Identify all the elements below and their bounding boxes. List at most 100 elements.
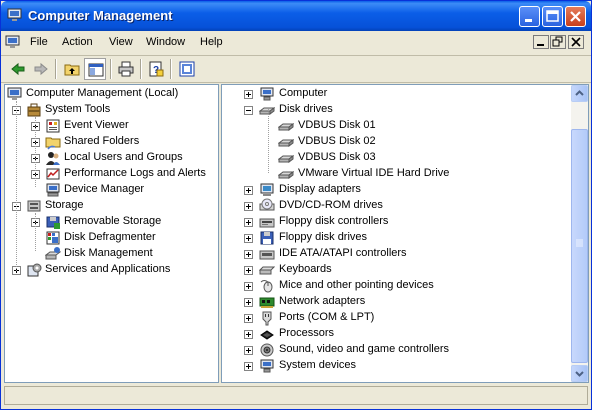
device-tree-item[interactable]: Ports (COM & LPT): [222, 310, 571, 326]
maximize-button[interactable]: [542, 6, 563, 27]
device-tree-item[interactable]: Keyboards: [222, 262, 571, 278]
defragmenter-icon: [45, 230, 61, 246]
help-button[interactable]: ?: [145, 58, 167, 80]
device-tree-item[interactable]: Floppy disk drives: [222, 230, 571, 246]
device-tree-item[interactable]: Computer: [222, 86, 571, 102]
close-button[interactable]: [565, 6, 586, 27]
child-restore-button[interactable]: [550, 35, 566, 49]
toolbar: ?: [1, 56, 591, 83]
maximize-icon: [546, 10, 559, 22]
menu-help[interactable]: Help: [200, 36, 223, 48]
expand-collapse-toggle[interactable]: [244, 90, 253, 99]
expand-collapse-toggle[interactable]: [244, 314, 253, 323]
disk-management-icon: [44, 246, 62, 262]
properties-icon: [179, 61, 195, 77]
device-tree-item[interactable]: Processors: [222, 326, 571, 342]
services-icon: [26, 262, 42, 278]
forward-button[interactable]: [30, 58, 52, 80]
system-menu-icon[interactable]: [5, 34, 21, 50]
expand-collapse-toggle[interactable]: [244, 362, 253, 371]
expand-collapse-toggle[interactable]: [244, 346, 253, 355]
up-one-level-button[interactable]: [61, 58, 83, 80]
print-icon: [118, 61, 134, 77]
device-tree-label: Display adapters: [279, 183, 361, 195]
device-tree-label: VDBUS Disk 01: [298, 119, 376, 131]
tree-item-label: Services and Applications: [45, 263, 171, 275]
expand-collapse-toggle[interactable]: [244, 330, 253, 339]
device-tree-item[interactable]: DVD/CD-ROM drives: [222, 198, 571, 214]
expand-collapse-toggle[interactable]: [244, 234, 253, 243]
properties-button[interactable]: [176, 58, 198, 80]
console-tree-pane[interactable]: Computer Management (Local) System Tools E…: [4, 84, 219, 383]
print-button[interactable]: [115, 58, 137, 80]
child-close-button[interactable]: [568, 35, 584, 49]
expand-collapse-toggle[interactable]: [244, 282, 253, 291]
tree-item[interactable]: Computer Management (Local): [5, 86, 218, 102]
expand-collapse-toggle[interactable]: [244, 266, 253, 275]
show-tree-icon: [88, 63, 104, 77]
cdrom-icon: [259, 198, 275, 214]
scroll-thumb[interactable]: [571, 129, 588, 363]
disk-drive-icon: [258, 102, 276, 118]
scroll-down-button[interactable]: [571, 365, 588, 382]
back-button[interactable]: [7, 58, 29, 80]
device-tree-item[interactable]: Network adapters: [222, 294, 571, 310]
device-tree-item[interactable]: Sound, video and game controllers: [222, 342, 571, 358]
close-icon: [571, 37, 581, 47]
minimize-icon: [537, 44, 544, 46]
tree-connector: [35, 117, 37, 187]
device-tree-item[interactable]: Floppy disk controllers: [222, 214, 571, 230]
scroll-up-button[interactable]: [571, 85, 588, 102]
minimize-button[interactable]: [519, 6, 540, 27]
menu-action[interactable]: Action: [62, 36, 93, 48]
title-bar[interactable]: Computer Management: [1, 1, 591, 31]
device-tree-item[interactable]: Mice and other pointing devices: [222, 278, 571, 294]
disk-drive-icon: [277, 118, 295, 134]
floppy-drive-icon: [259, 230, 275, 246]
expand-collapse-toggle[interactable]: [244, 218, 253, 227]
device-tree-label: Network adapters: [279, 295, 366, 307]
device-tree-item[interactable]: IDE ATA/ATAPI controllers: [222, 246, 571, 262]
device-tree-item[interactable]: VDBUS Disk 01: [222, 118, 571, 134]
device-tree-label: VDBUS Disk 02: [298, 135, 376, 147]
menu-file[interactable]: File: [30, 36, 48, 48]
users-icon: [45, 150, 61, 166]
vertical-scrollbar[interactable]: [571, 85, 588, 382]
display-adapter-icon: [259, 182, 275, 198]
child-minimize-button[interactable]: [533, 35, 549, 49]
device-tree-label: DVD/CD-ROM drives: [279, 199, 383, 211]
device-tree-item[interactable]: VDBUS Disk 03: [222, 150, 571, 166]
device-tree-item[interactable]: VMware Virtual IDE Hard Drive: [222, 166, 571, 182]
restore-icon: [552, 36, 563, 47]
device-tree-item[interactable]: VDBUS Disk 02: [222, 134, 571, 150]
expand-collapse-toggle[interactable]: [244, 106, 253, 115]
device-tree-label: Floppy disk drives: [279, 231, 368, 243]
processor-icon: [259, 326, 275, 342]
floppy-controller-icon: [259, 214, 275, 230]
expand-collapse-toggle[interactable]: [244, 202, 253, 211]
tree-item-label: Disk Management: [64, 247, 153, 259]
expand-collapse-toggle[interactable]: [244, 298, 253, 307]
expand-collapse-toggle[interactable]: [244, 186, 253, 195]
device-tree-item[interactable]: Display adapters: [222, 182, 571, 198]
tree-item-label: Shared Folders: [64, 135, 140, 147]
device-tree-item[interactable]: Disk drives: [222, 102, 571, 118]
ide-controller-icon: [259, 246, 275, 262]
status-panel: [4, 386, 588, 405]
device-tree-item[interactable]: System devices: [222, 358, 571, 374]
device-manager-pane[interactable]: System devices Sound, video and game cont…: [221, 84, 589, 383]
device-tree-label: IDE ATA/ATAPI controllers: [279, 247, 407, 259]
menu-view[interactable]: View: [109, 36, 133, 48]
tree-item[interactable]: Services and Applications: [5, 262, 218, 278]
system-device-icon: [259, 358, 275, 374]
tree-item[interactable]: Storage: [5, 198, 218, 214]
expand-collapse-toggle[interactable]: [244, 250, 253, 259]
tree-item-label: System Tools: [45, 103, 111, 115]
tree-item[interactable]: System Tools: [5, 102, 218, 118]
menu-window[interactable]: Window: [146, 36, 185, 48]
event-viewer-icon: [45, 118, 61, 134]
show-hide-console-tree-button[interactable]: [84, 58, 106, 80]
tree-item-label: Removable Storage: [64, 215, 162, 227]
network-adapter-icon: [259, 294, 275, 310]
device-tree-label: Floppy disk controllers: [279, 215, 389, 227]
